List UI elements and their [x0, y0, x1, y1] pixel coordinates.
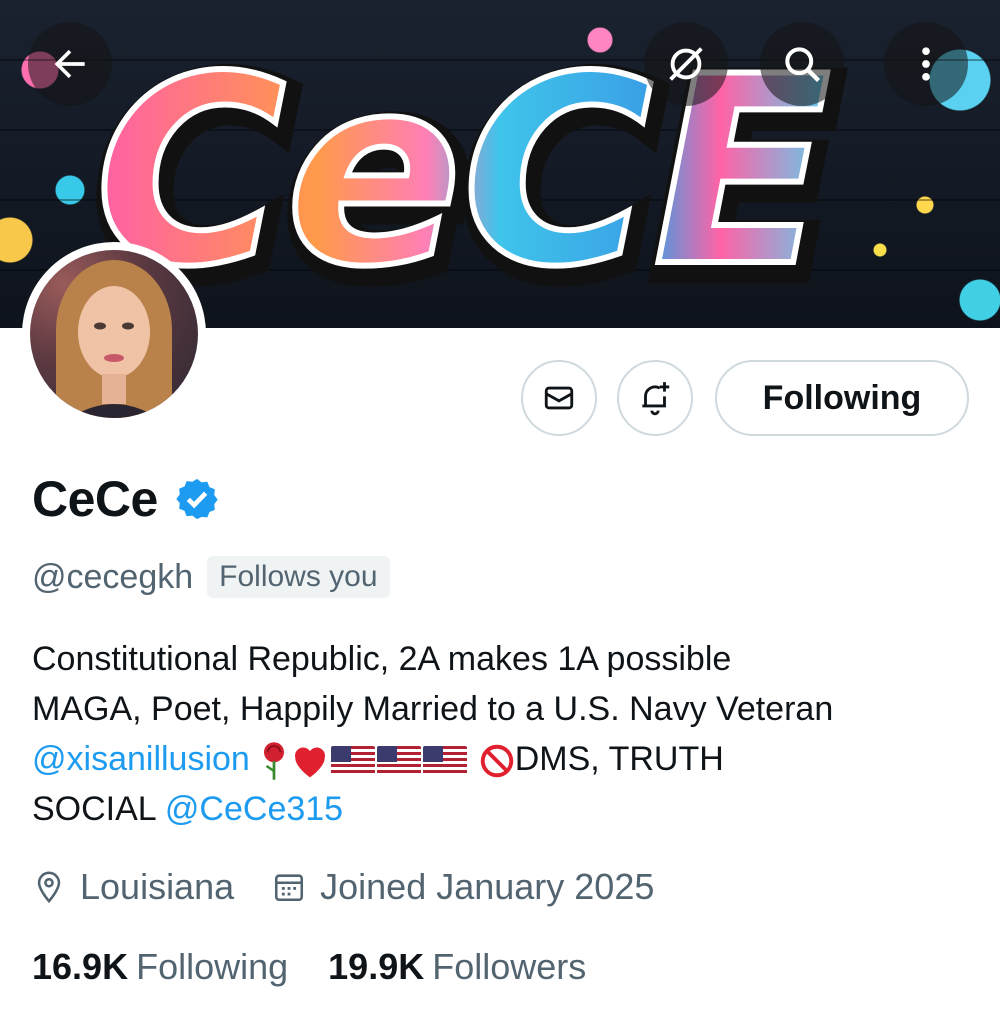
- grok-icon: [669, 47, 703, 81]
- bio-line-4-text: SOCIAL: [32, 790, 156, 828]
- bio-line-3-text: DMS, TRUTH: [514, 740, 724, 778]
- us-flag-icon: [377, 746, 422, 777]
- profile-bio: Constitutional Republic, 2A makes 1A pos…: [32, 634, 982, 834]
- following-button[interactable]: Following: [715, 360, 969, 436]
- mention-link[interactable]: @xisanillusion: [32, 740, 250, 778]
- profile-meta: Louisiana Joined January 2025: [32, 866, 692, 908]
- following-label: Following: [136, 946, 289, 987]
- back-button[interactable]: [28, 22, 112, 106]
- search-icon: [785, 47, 821, 83]
- us-flag-icon: [423, 746, 468, 777]
- us-flag-icon: [331, 746, 376, 777]
- join-date: Joined January 2025: [272, 866, 654, 908]
- follows-you-badge: Follows you: [207, 556, 390, 598]
- red-heart-icon: [295, 747, 326, 778]
- followers-stat[interactable]: 19.9K Followers: [328, 946, 586, 988]
- grok-button[interactable]: [644, 22, 728, 106]
- location-pin-icon: [37, 871, 61, 904]
- follow-stats: 16.9K Following 19.9K Followers: [32, 946, 626, 988]
- location: Louisiana: [32, 866, 234, 908]
- name-row: CeCe: [32, 470, 220, 528]
- location-text: Louisiana: [80, 866, 235, 907]
- user-handle: @cecegkh: [32, 557, 194, 596]
- bell-plus-icon: [642, 382, 670, 416]
- message-button[interactable]: [521, 360, 597, 436]
- followers-label: Followers: [432, 946, 587, 987]
- avatar[interactable]: [22, 242, 206, 426]
- following-stat[interactable]: 16.9K Following: [32, 946, 288, 988]
- bio-line-2: MAGA, Poet, Happily Married to a U.S. Na…: [32, 690, 834, 728]
- bio-line-4: SOCIAL @CeCe315: [32, 784, 982, 834]
- arrow-left-icon: [54, 49, 85, 79]
- handle-row: @cecegkh Follows you: [32, 556, 390, 598]
- mail-icon: [544, 386, 574, 410]
- following-count: 16.9K: [32, 946, 129, 987]
- join-date-text: Joined January 2025: [320, 866, 655, 907]
- avatar-image: [30, 250, 198, 418]
- more-vertical-icon: [922, 47, 930, 81]
- notifications-button[interactable]: [617, 360, 693, 436]
- verified-badge-icon[interactable]: [174, 476, 220, 522]
- more-button[interactable]: [884, 22, 968, 106]
- search-button[interactable]: [760, 22, 844, 106]
- display-name: CeCe: [32, 471, 158, 527]
- rose-icon: [264, 742, 285, 780]
- calendar-icon: [275, 874, 304, 902]
- followers-count: 19.9K: [328, 946, 425, 987]
- bio-line-1: Constitutional Republic, 2A makes 1A pos…: [32, 640, 732, 678]
- prohibited-icon: [480, 744, 513, 778]
- bio-line-3: @xisanillusion DMS, TRUTH: [32, 734, 982, 784]
- mention-link[interactable]: @CeCe315: [165, 790, 343, 828]
